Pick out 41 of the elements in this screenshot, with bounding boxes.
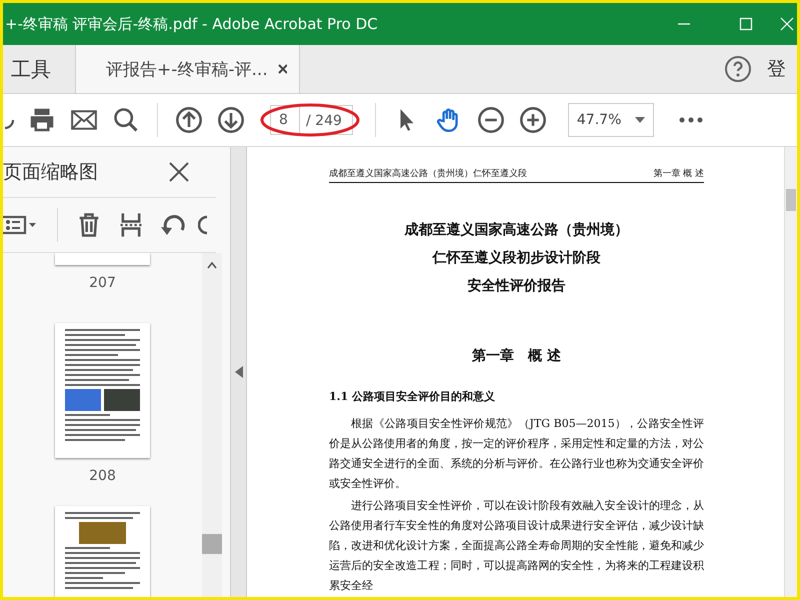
maximize-icon — [739, 17, 753, 31]
close-icon — [780, 17, 794, 31]
window-title: +-终审稿 评审会后-终稿.pdf - Adobe Acrobat Pro DC — [4, 14, 379, 34]
tab[interactable]: 评报告+-终审稿-评... — [75, 45, 300, 93]
scrollbar[interactable] — [784, 147, 797, 597]
photo-placeholder — [79, 522, 126, 544]
zoom-in-icon — [518, 106, 547, 134]
paragraph: 根据《公路项目安全性评价规范》（JTG B05—2015），公路安全性评价是从公路使用者的角度，按一定的评价程序，采用定性和定量的方法，对公路交通安全进行的全面、系统的分析与评价。在公路行业也称为交通安全评价或安全性评价。 — [329, 416, 704, 492]
collapse-handle[interactable] — [230, 147, 246, 597]
running-header: 成都至遵义国家高速公路（贵州境）仁怀至遵义段 — [329, 168, 527, 180]
arrow-up-icon — [175, 106, 203, 134]
panel-title: 页面缩略图 — [3, 160, 98, 185]
close-icon[interactable] — [278, 64, 287, 74]
page-thumbnail[interactable] — [55, 323, 150, 458]
close-icon — [169, 162, 189, 182]
sign-in-link[interactable]: 登 — [767, 45, 797, 93]
page-thumbnail[interactable] — [55, 253, 150, 265]
tab[interactable]: 工具 — [3, 45, 75, 93]
scroll-up-icon[interactable] — [207, 261, 217, 269]
chapter-heading: 第一章 概 述 — [471, 347, 562, 365]
zoom-dropdown[interactable]: 47.7% — [568, 103, 654, 137]
document-title: 安全性评价报告 — [468, 277, 566, 295]
caret-icon — [634, 117, 645, 123]
search-icon — [112, 106, 140, 134]
rotate-left-icon — [160, 213, 186, 237]
scrollbar[interactable] — [202, 253, 222, 597]
photo-placeholder — [104, 389, 140, 411]
page-number: 207 — [89, 275, 116, 291]
scroll-thumb[interactable] — [786, 189, 796, 211]
document-title: 仁怀至遵义段初步设计阶段 — [432, 249, 600, 267]
zoom-out-icon — [476, 106, 505, 134]
running-header: 第一章 概 述 — [653, 168, 704, 180]
scroll-thumb[interactable] — [202, 534, 222, 554]
photo-placeholder — [65, 389, 101, 411]
arrow-down-icon — [217, 106, 245, 134]
section-heading: 1.1 公路项目安全评价目的和意义 — [329, 389, 496, 404]
paragraph: 进行公路项目安全性评价，可以在设计阶段有效融入安全设计的理念，从公路使用者行车安全性的角度对公路项目设计成果进行安全评估，减少设计缺陷，改进和优化设计方案，全面提高公路全寿命周期的安全性能，避免和减少运营后的安全改造工程；同时，可以提高路网的安全性，为将来的工程建设积累安全经 — [329, 498, 704, 594]
page-thumbnail[interactable] — [55, 506, 150, 597]
document-title: 成都至遵义国家高速公路（贵州境） — [404, 221, 628, 239]
more-icon — [678, 117, 703, 123]
page-number: 208 — [89, 468, 116, 484]
